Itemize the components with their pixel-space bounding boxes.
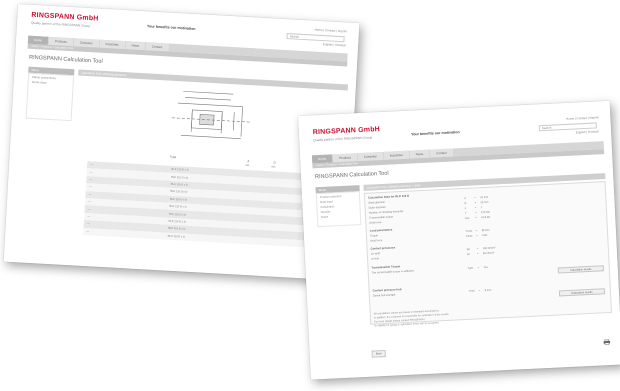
brand-motto: Your benefits our motivation — [146, 24, 196, 31]
sidebar: Product selection Data input Calculation… — [315, 191, 362, 228]
content-header: Calculation Tool: Clamping elements — [78, 69, 349, 91]
brand-motto: Your benefits our motivation — [410, 130, 460, 137]
brand-subtitle: Quality partner of the RINGSPANN Group — [313, 135, 373, 143]
unit-D: mm — [271, 165, 276, 169]
column-header-d: d — [247, 159, 250, 164]
sidebar: Clamp connections Shrink discs — [25, 72, 75, 122]
column-header-type: Type — [169, 154, 177, 160]
clamping-element-drawing — [171, 91, 252, 139]
screenshot-page-front: RINGSPANN GmbH Quality partner of the RI… — [298, 100, 620, 380]
header-links[interactable]: Home | Contact | Imprint — [267, 25, 348, 34]
print-icon[interactable] — [603, 339, 611, 346]
back-button[interactable]: Back — [371, 350, 386, 358]
unit-d: mm — [245, 163, 250, 168]
brand-subtitle: Quality partner of the RINGSPANN Group — [30, 20, 91, 29]
page-title: RINGSPANN Calculation Tool — [314, 170, 389, 181]
column-header-D: D — [273, 160, 276, 165]
page-title: RINGSPANN Calculation Tool — [28, 54, 103, 65]
language-switch[interactable]: English | Deutsch — [519, 129, 599, 137]
